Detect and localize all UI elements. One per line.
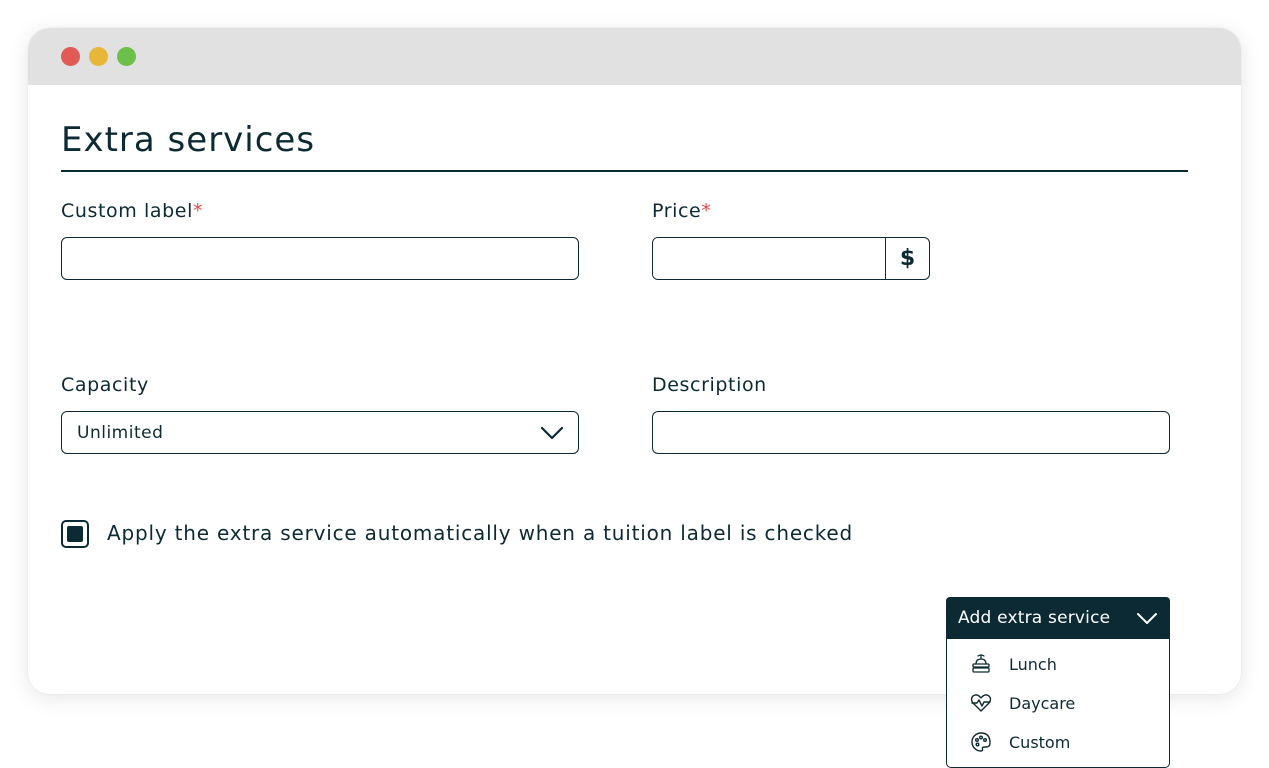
menu-item-custom[interactable]: Custom	[947, 723, 1169, 761]
custom-label-input[interactable]	[62, 238, 578, 279]
window-titlebar	[28, 28, 1241, 85]
page-title: Extra services	[61, 120, 316, 160]
description-input[interactable]	[653, 412, 1169, 453]
auto-apply-label: Apply the extra service automatically wh…	[107, 521, 853, 545]
dollar-icon: $	[885, 238, 929, 279]
menu-item-daycare[interactable]: Daycare	[947, 684, 1169, 722]
price-label: Price*	[652, 200, 711, 222]
custom-label-label: Custom label*	[61, 200, 203, 222]
description-field	[652, 411, 1170, 454]
browser-window: Extra services Custom label* Price* $ Ca…	[28, 28, 1241, 694]
capacity-label: Capacity	[61, 374, 149, 396]
price-label-text: Price	[652, 200, 702, 222]
maximize-window-dot[interactable]	[117, 47, 136, 66]
menu-item-label: Lunch	[1009, 654, 1057, 674]
add-extra-service-menu: Lunch Daycare Custom	[946, 639, 1170, 768]
title-divider	[61, 170, 1188, 172]
add-extra-service-label: Add extra service	[958, 608, 1111, 628]
capacity-selected-value: Unlimited	[77, 422, 164, 443]
menu-item-lunch[interactable]: Lunch	[947, 645, 1169, 683]
chevron-down-icon	[540, 426, 564, 439]
minimize-window-dot[interactable]	[89, 47, 108, 66]
required-mark: *	[192, 200, 204, 222]
lunch-icon	[972, 654, 990, 673]
menu-item-label: Daycare	[1009, 693, 1076, 713]
heart-pulse-icon	[970, 694, 992, 712]
menu-item-label: Custom	[1009, 732, 1071, 752]
price-field: $	[652, 237, 930, 280]
auto-apply-checkbox[interactable]	[61, 520, 89, 548]
custom-label-field	[61, 237, 579, 280]
description-label: Description	[652, 374, 767, 396]
checkbox-checked-fill	[67, 526, 83, 542]
price-input[interactable]	[653, 238, 885, 279]
required-mark: *	[701, 200, 712, 222]
add-extra-service-button[interactable]: Add extra service	[946, 597, 1170, 639]
palette-icon	[971, 732, 991, 752]
chevron-down-icon	[1137, 612, 1157, 624]
close-window-dot[interactable]	[61, 47, 80, 66]
custom-label-text: Custom label	[61, 200, 193, 222]
capacity-select[interactable]: Unlimited	[61, 411, 579, 454]
